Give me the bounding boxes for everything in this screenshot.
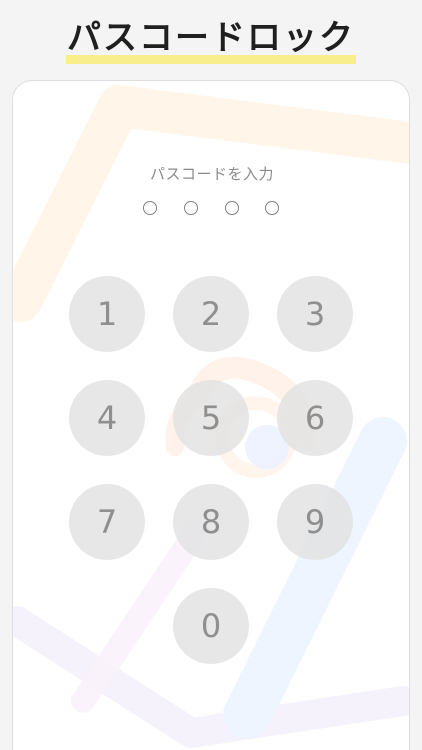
passcode-prompt: パスコードを入力 [149,165,274,183]
keypad-key-1[interactable]: 1 [69,276,145,352]
keypad-key-5[interactable]: 5 [173,380,249,456]
keypad-key-7[interactable]: 7 [69,484,145,560]
keypad-key-4[interactable]: 4 [69,380,145,456]
keypad-key-6[interactable]: 6 [277,380,353,456]
passcode-lock-screen: パスコードロック パスコードを入力 1 2 3 4 5 6 7 8 9 0 [0,0,422,750]
keypad-key-9[interactable]: 9 [277,484,353,560]
header: パスコードロック [0,14,422,68]
passcode-dot-3 [225,201,239,215]
keypad-key-3[interactable]: 3 [277,276,353,352]
page-title: パスコードロック [67,18,355,58]
phone-screen-card: パスコードを入力 1 2 3 4 5 6 7 8 9 0 [12,80,410,750]
keypad-key-8[interactable]: 8 [173,484,249,560]
passcode-indicator [141,201,285,219]
keypad-key-2[interactable]: 2 [173,276,249,352]
passcode-dot-1 [143,201,157,215]
keypad-key-0[interactable]: 0 [173,588,249,664]
passcode-dot-2 [184,201,198,215]
passcode-dot-4 [265,201,279,215]
